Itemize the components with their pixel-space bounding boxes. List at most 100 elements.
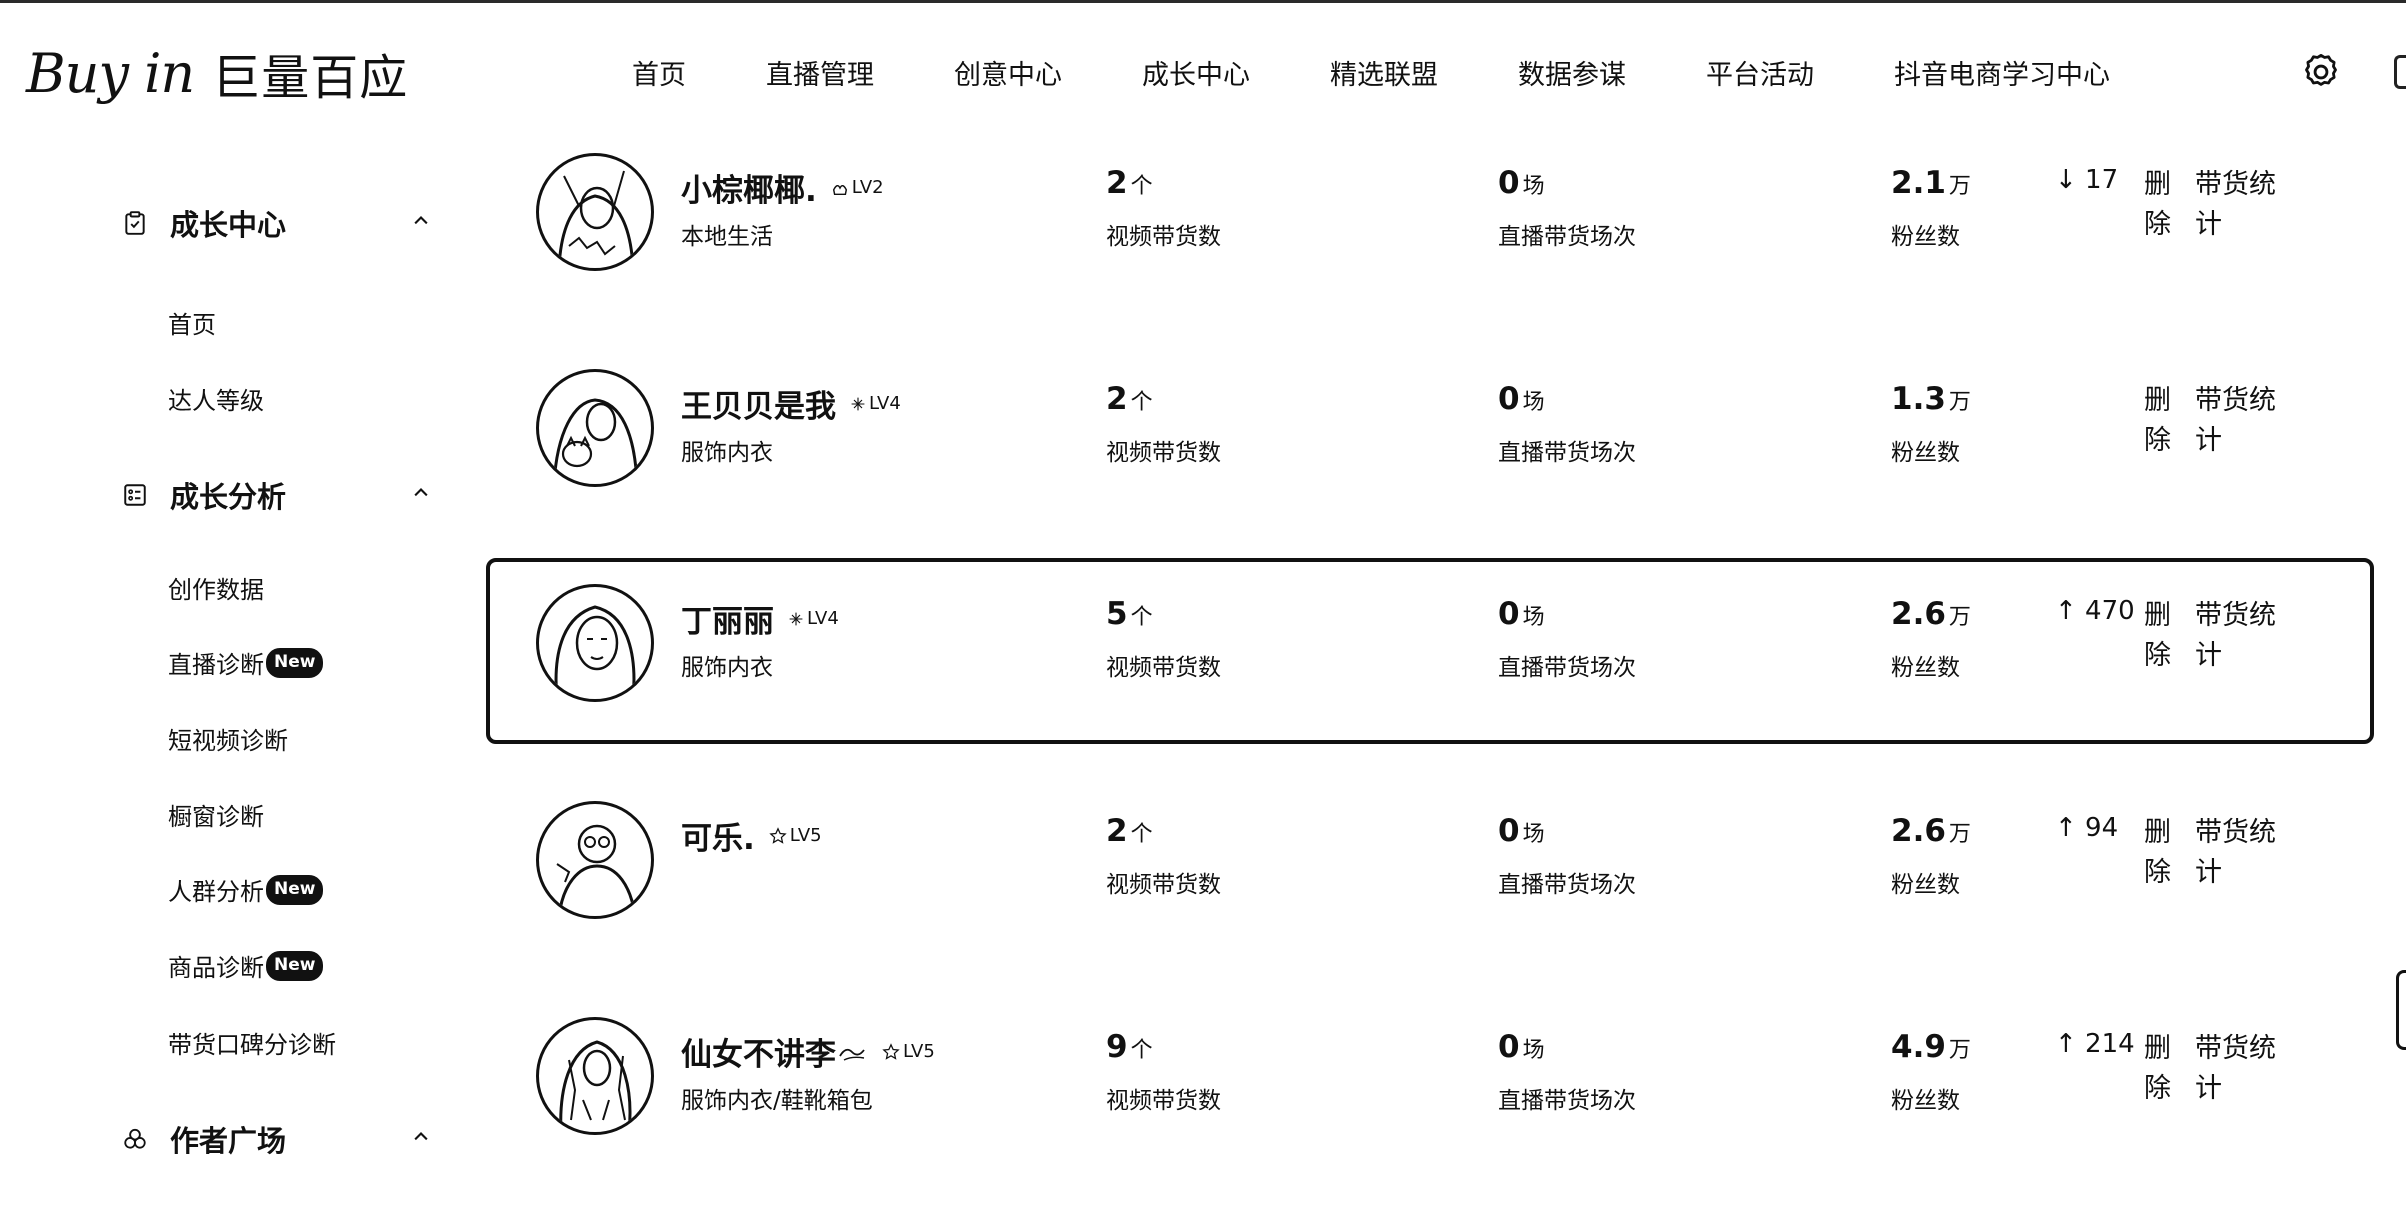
delete-button[interactable]: 删除 [2144,381,2174,461]
creator-name-text: 仙女不讲李 [681,1037,836,1073]
live-count-unit: 场 [1522,390,1545,415]
avatar[interactable] [536,584,654,702]
nav-learning-center[interactable]: 抖音电商学习中心 [1894,53,2110,92]
nav-growth-center[interactable]: 成长中心 [1142,53,1250,92]
live-count-unit: 场 [1522,822,1545,847]
sales-stats-link[interactable]: 带货统计 [2195,165,2291,245]
floating-side-tab[interactable] [2396,970,2406,1050]
fans-count: 4.9 万 [1891,1029,1971,1065]
fans-value: 4.9 [1891,1029,1946,1065]
nav-data-advisor[interactable]: 数据参谋 [1518,53,1626,92]
live-count: 0场 [1498,596,1545,632]
live-count: 0场 [1498,381,1545,417]
top-header: Buy in 巨量百应 首页 直播管理 创意中心 成长中心 精选联盟 数据参谋 … [0,3,2406,135]
buyin-logo[interactable]: Buy in 巨量百应 [26,33,408,113]
live-count: 0场 [1498,813,1545,849]
chevron-up-icon[interactable] [407,479,435,507]
video-count-unit: 个 [1130,605,1153,630]
creator-name[interactable]: 仙女不讲李 LV5 [681,1029,935,1074]
creator-name[interactable]: 丁丽丽 LV4 [681,596,839,641]
sidebar-item-short-video-diagnosis[interactable]: 短视频诊断 [168,721,288,756]
creator-name[interactable]: 可乐. LV5 [681,813,822,858]
live-count-label: 直播带货场次 [1498,872,1636,898]
fans-label: 粉丝数 [1891,872,1960,898]
nav-home[interactable]: 首页 [632,53,686,92]
sidebar-section-growth-analysis[interactable]: 成长分析 [122,475,428,515]
video-count-value: 2 [1106,381,1128,417]
live-count-label: 直播带货场次 [1498,440,1636,466]
live-count-unit: 场 [1522,1038,1545,1063]
avatar-image [552,398,639,484]
video-count-value: 2 [1106,165,1128,201]
creator-row[interactable]: 小棕椰椰. LV2 本地生活 2个 视频带货数 0场 直播带货场次 2.1 万 粉丝… [488,135,2378,315]
fans-change: ↑ 470 [2055,596,2135,626]
creator-name-text: 王贝贝是我 [681,389,836,425]
creator-row[interactable]: 王贝贝是我 LV4 服饰内衣 2个 视频带货数 0场 直播带货场次 1.3 万 粉丝… [488,351,2378,531]
chevron-up-icon[interactable] [407,1123,435,1151]
creator-row[interactable]: 可乐. LV5 2个 视频带货数 0场 直播带货场次 2.6 万 粉丝数 ↑ 94 … [488,783,2378,963]
sidebar-section-label: 成长分析 [170,480,287,514]
sidebar-section-author-square[interactable]: 作者广场 [122,1119,428,1159]
sidebar-item-product-diagnosis[interactable]: 商品诊断 New [168,948,324,983]
sales-stats-link[interactable]: 带货统计 [2195,596,2291,676]
level-text: LV5 [789,825,822,846]
fans-value: 2.6 [1891,813,1946,849]
sidebar-item-live-diagnosis[interactable]: 直播诊断 New [168,645,324,680]
sales-stats-link[interactable]: 带货统计 [2195,1029,2291,1109]
avatar[interactable] [536,153,654,271]
fans-count: 2.6 万 [1891,813,1971,849]
star-icon [769,826,787,844]
live-count-value: 0 [1498,813,1520,849]
sidebar-item-label: 商品诊断 [168,954,264,982]
fans-label: 粉丝数 [1891,655,1960,681]
fans-change: ↑ 214 [2055,1029,2135,1059]
delete-button[interactable]: 删除 [2144,165,2174,245]
sidebar-section-growth-center[interactable]: 成长中心 [122,203,428,243]
sidebar-item-showcase-diagnosis[interactable]: 橱窗诊断 [168,797,264,832]
header-edge-button[interactable] [2394,55,2406,89]
fans-count: 1.3 万 [1891,381,1971,417]
nav-selected-alliance[interactable]: 精选联盟 [1330,53,1438,92]
sparkle-icon [789,612,803,625]
avatar-image [554,605,636,699]
sidebar-item-creator-level[interactable]: 达人等级 [168,381,264,416]
triple-circle-icon [124,1128,146,1149]
gear-icon[interactable] [2300,51,2342,93]
fans-value: 2.6 [1891,596,1946,632]
delete-button[interactable]: 删除 [2144,596,2174,676]
fans-count: 2.6 万 [1891,596,1971,632]
sales-stats-link[interactable]: 带货统计 [2195,813,2291,893]
sales-stats-link[interactable]: 带货统计 [2195,381,2291,461]
sidebar-item-home[interactable]: 首页 [168,305,216,340]
sidebar-item-audience-analysis[interactable]: 人群分析 New [168,872,324,907]
nav-live-management[interactable]: 直播管理 [766,53,874,92]
sidebar-item-reputation-diagnosis[interactable]: 带货口碑分诊断 [168,1025,336,1060]
nav-creative-center[interactable]: 创意中心 [954,53,1062,92]
sidebar-item-creation-data[interactable]: 创作数据 [168,570,264,605]
delete-button[interactable]: 删除 [2144,1029,2174,1109]
fans-count: 2.1 万 [1891,165,1971,201]
live-count-label: 直播带货场次 [1498,1088,1636,1114]
nav-platform-activity[interactable]: 平台活动 [1706,53,1814,92]
avatar[interactable] [536,1017,654,1135]
fans-unit: 万 [1948,174,1971,199]
creator-category: 服饰内衣 [681,655,773,681]
video-count-unit: 个 [1130,822,1153,847]
live-count-value: 0 [1498,165,1520,201]
fans-unit: 万 [1948,605,1971,630]
creator-row-selected[interactable]: 丁丽丽 LV4 服饰内衣 5个 视频带货数 0场 直播带货场次 2.6 万 粉丝数 … [486,558,2374,744]
sidebar-item-label: 人群分析 [168,878,264,906]
creator-name[interactable]: 王贝贝是我 LV4 [681,381,901,426]
level-badge: LV4 [788,608,839,629]
video-count-value: 9 [1106,1029,1128,1065]
avatar[interactable] [536,801,654,919]
delete-button[interactable]: 删除 [2144,813,2174,893]
avatar[interactable] [536,369,654,487]
video-count: 2个 [1106,381,1153,417]
chevron-up-icon[interactable] [407,207,435,235]
video-count-label: 视频带货数 [1106,872,1221,898]
creator-category: 服饰内衣/鞋靴箱包 [681,1088,873,1114]
creator-name[interactable]: 小棕椰椰. LV2 [681,165,884,210]
live-count-unit: 场 [1522,605,1545,630]
creator-row[interactable]: 仙女不讲李 LV5 服饰内衣/鞋靴箱包 9个 视频带货数 0场 直播带货场次 4.… [488,999,2378,1179]
